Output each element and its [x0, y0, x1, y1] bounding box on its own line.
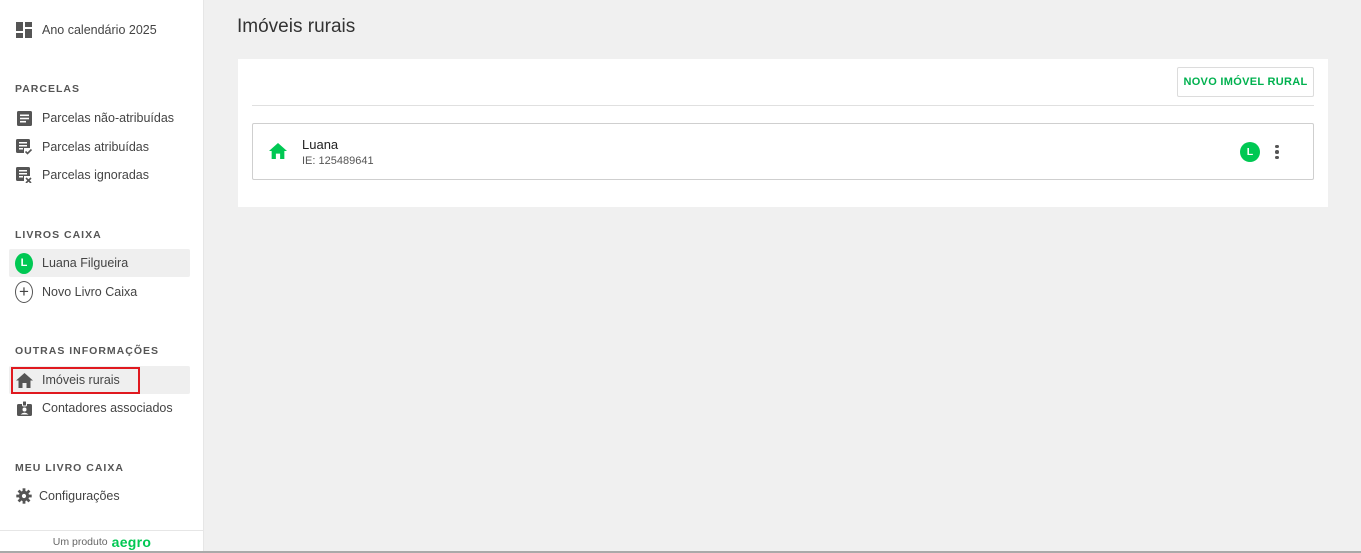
sidebar-item-label: Configurações — [39, 489, 120, 503]
sidebar-item-label: Parcelas atribuídas — [42, 140, 150, 154]
sidebar-item-label: Novo Livro Caixa — [42, 285, 138, 299]
properties-card: NOVO IMÓVEL RURAL Luana IE: 125489641 L — [238, 59, 1328, 207]
sidebar-item-configuracoes[interactable]: Configurações — [9, 482, 190, 510]
avatar: L — [1240, 142, 1260, 162]
plus-circle-icon: + — [15, 281, 33, 303]
section-title-parcelas: PARCELAS — [15, 83, 80, 95]
page-title: Imóveis rurais — [237, 16, 356, 37]
sidebar: Ano calendário 2025 PARCELAS Parcelas nã… — [0, 0, 204, 553]
sidebar-item-parcelas-atribuidas[interactable]: Parcelas atribuídas — [9, 133, 190, 161]
property-name: Luana — [302, 137, 339, 152]
section-title-meu-livro-caixa: MEU LIVRO CAIXA — [15, 462, 124, 474]
year-selector[interactable]: Ano calendário 2025 — [9, 16, 190, 44]
document-list-icon — [15, 109, 33, 127]
property-ie: IE: 125489641 — [302, 155, 374, 167]
home-icon — [15, 371, 33, 389]
sidebar-footer: Um produto aegro — [0, 530, 204, 553]
dashboard-icon — [15, 21, 33, 39]
avatar: L — [15, 252, 33, 274]
document-x-icon — [15, 166, 33, 184]
footer-text: Um produto — [52, 536, 108, 548]
home-icon — [269, 143, 287, 161]
sidebar-item-label: Parcelas ignoradas — [42, 168, 150, 182]
gear-icon — [15, 487, 33, 505]
sidebar-item-imoveis-rurais[interactable]: Imóveis rurais — [9, 366, 190, 394]
sidebar-item-parcelas-nao-atribuidas[interactable]: Parcelas não-atribuídas — [9, 104, 190, 132]
sidebar-item-label: Contadores associados — [42, 401, 173, 415]
sidebar-item-label: Imóveis rurais — [42, 373, 120, 387]
sidebar-item-livro-luana[interactable]: L Luana Filgueira — [9, 249, 190, 277]
sidebar-item-contadores-associados[interactable]: Contadores associados — [9, 394, 190, 422]
divider — [252, 105, 1314, 106]
sidebar-item-label: Luana Filgueira — [42, 256, 129, 270]
new-property-button[interactable]: NOVO IMÓVEL RURAL — [1177, 67, 1314, 97]
sidebar-item-novo-livro-caixa[interactable]: + Novo Livro Caixa — [9, 278, 190, 306]
sidebar-item-parcelas-ignoradas[interactable]: Parcelas ignoradas — [9, 161, 190, 189]
more-options-icon[interactable] — [1271, 142, 1283, 162]
document-check-icon — [15, 138, 33, 156]
section-title-outras-informacoes: OUTRAS INFORMAÇÕES — [15, 345, 159, 357]
property-row[interactable]: Luana IE: 125489641 L — [252, 123, 1314, 180]
sidebar-item-label: Parcelas não-atribuídas — [42, 111, 175, 125]
brand-logo: aegro — [111, 534, 152, 550]
badge-icon — [15, 399, 33, 417]
section-title-livros-caixa: LIVROS CAIXA — [15, 229, 102, 241]
year-label: Ano calendário 2025 — [42, 23, 157, 37]
